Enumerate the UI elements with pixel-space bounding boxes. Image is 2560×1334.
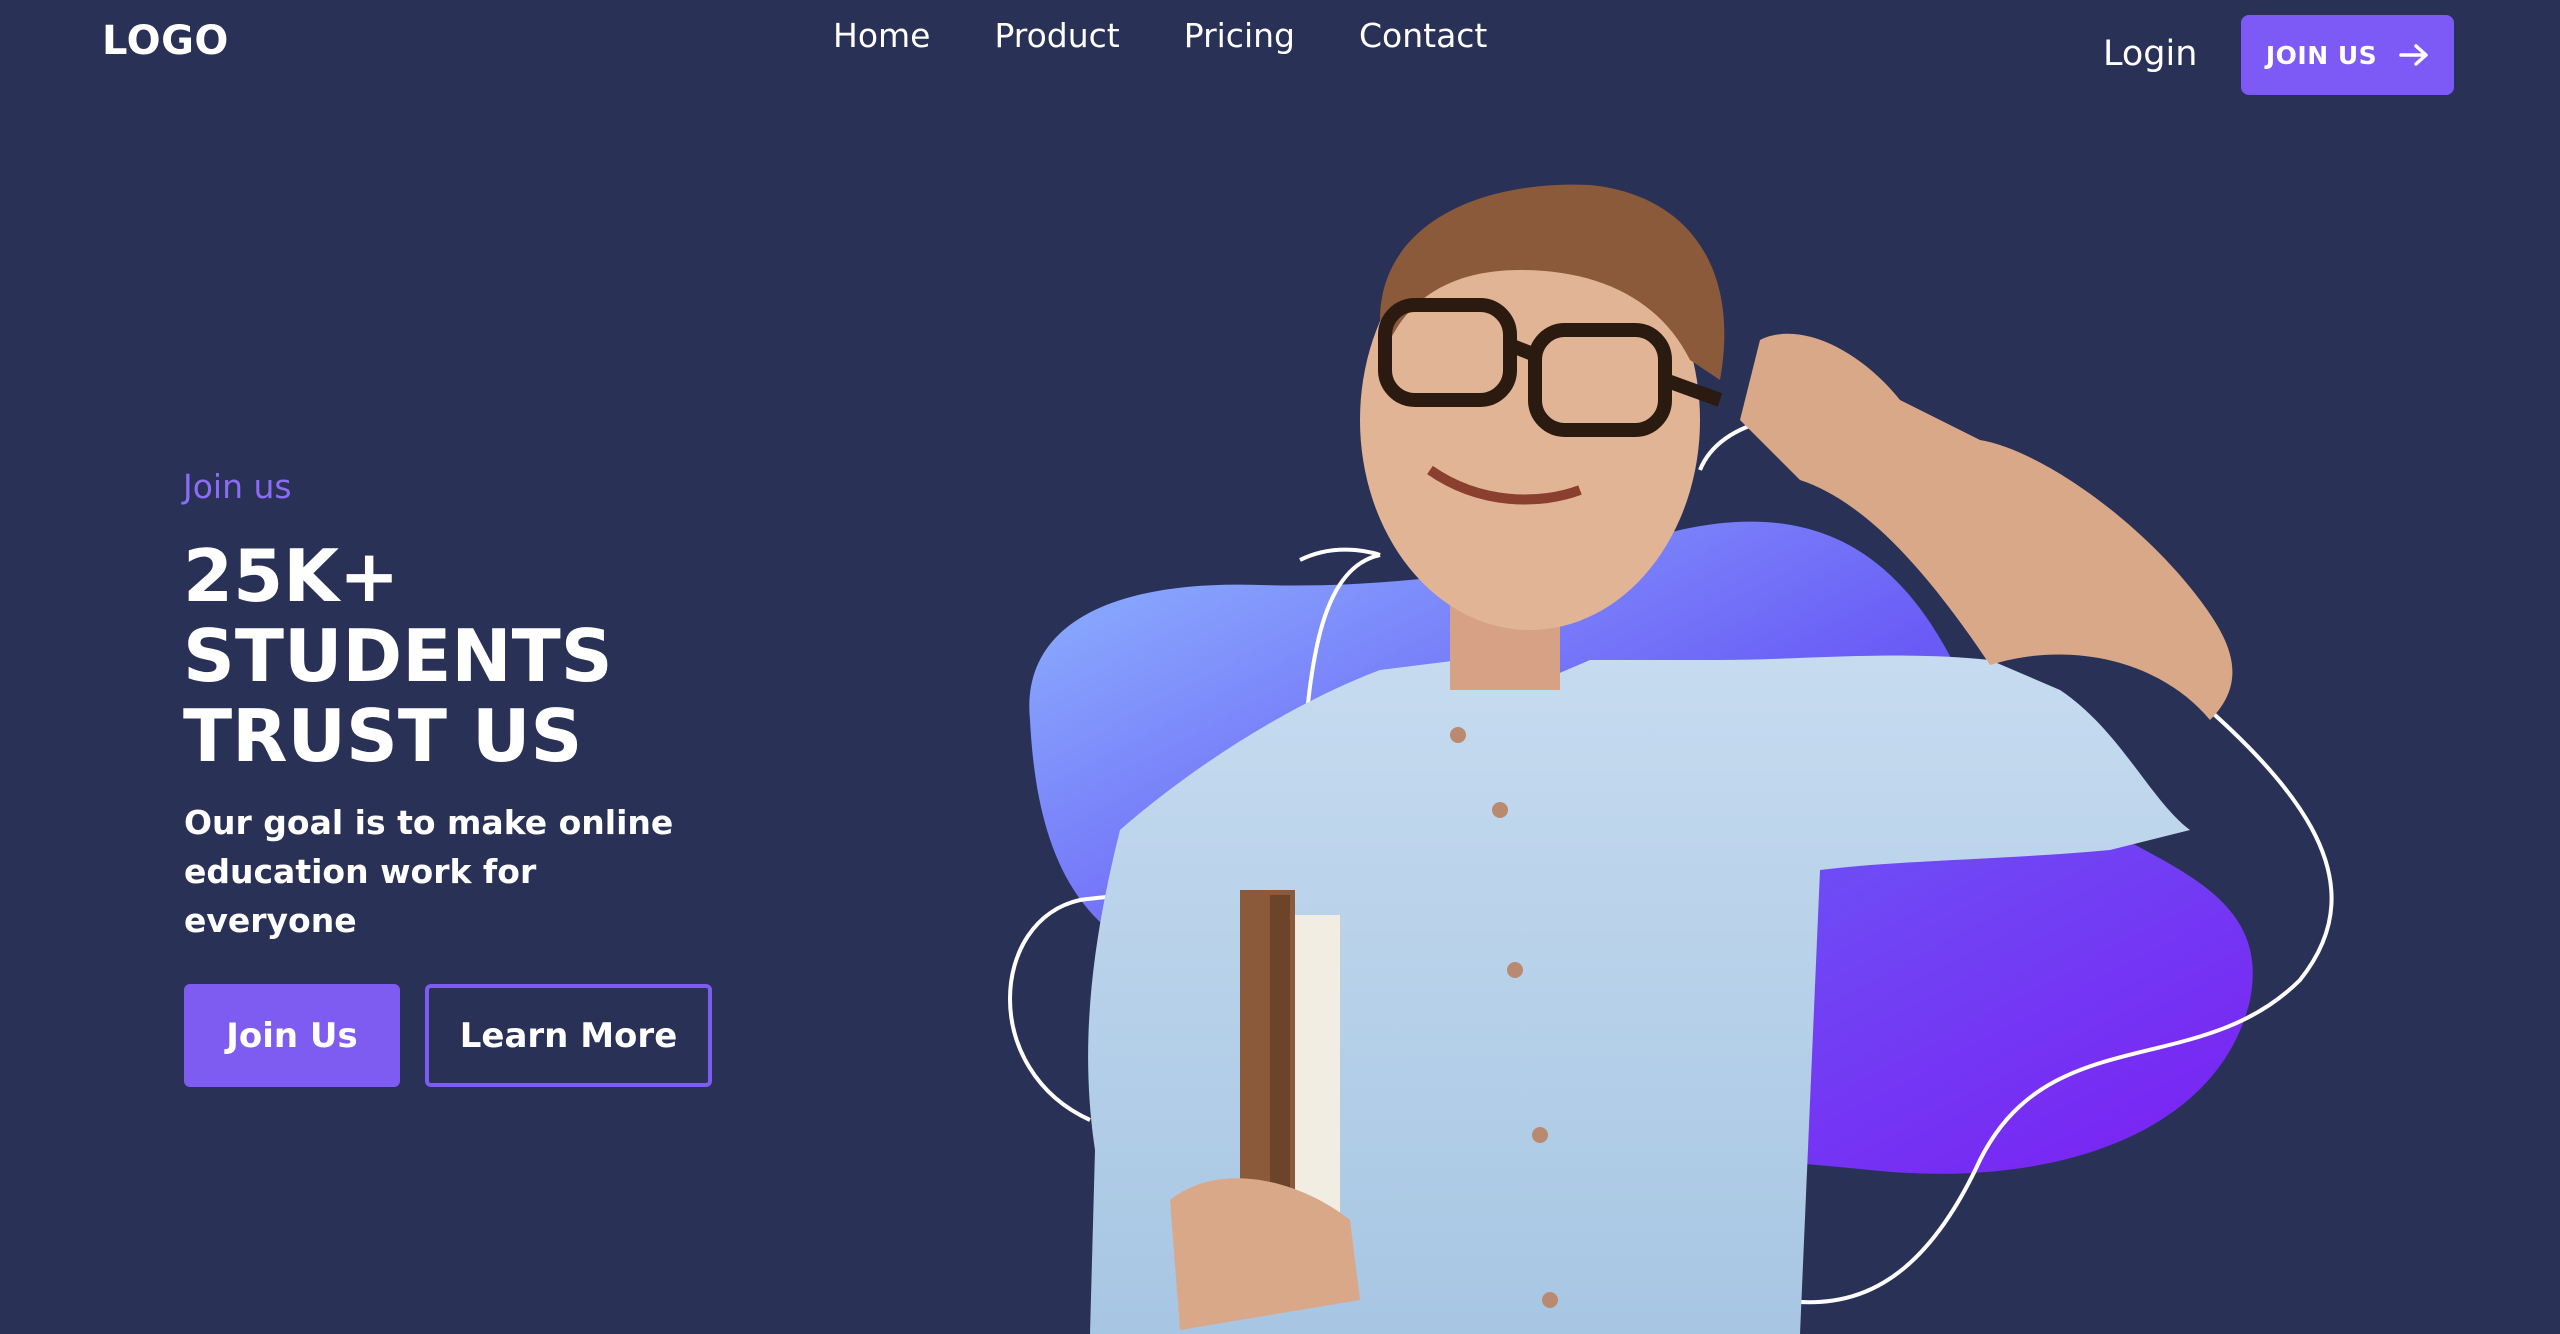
arrow-right-icon xyxy=(2399,44,2428,66)
join-us-button[interactable]: Join Us xyxy=(184,984,400,1087)
nav-item-home[interactable]: Home xyxy=(833,16,930,55)
login-link[interactable]: Login xyxy=(2103,34,2197,74)
student-photo xyxy=(1088,184,2233,1334)
join-us-header-button[interactable]: JOIN US xyxy=(2241,15,2454,95)
headline-line-3: TRUST US xyxy=(183,694,583,778)
hero-headline: 25K+ STUDENTS TRUST US xyxy=(183,536,613,776)
learn-more-button[interactable]: Learn More xyxy=(425,984,712,1087)
main-nav: Home Product Pricing Contact xyxy=(833,16,1487,55)
headline-line-1: 25K+ xyxy=(183,534,400,618)
join-us-header-label: JOIN US xyxy=(2265,40,2378,70)
hero-kicker: Join us xyxy=(183,467,292,506)
nav-item-product[interactable]: Product xyxy=(994,16,1119,55)
nav-item-pricing[interactable]: Pricing xyxy=(1184,16,1295,55)
hero-subtitle: Our goal is to make online education wor… xyxy=(184,803,674,940)
headline-line-2: STUDENTS xyxy=(183,614,613,698)
site-logo[interactable]: LOGO xyxy=(102,18,229,64)
nav-item-contact[interactable]: Contact xyxy=(1359,16,1487,55)
